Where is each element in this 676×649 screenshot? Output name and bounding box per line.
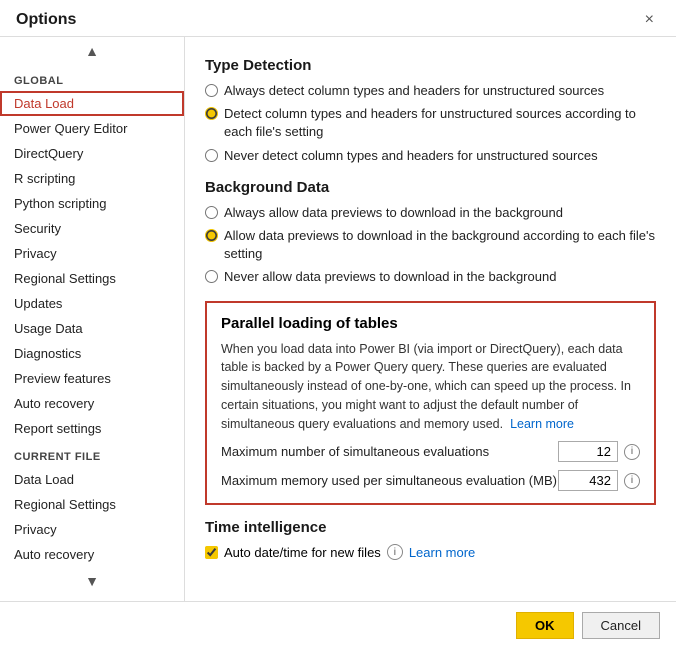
parallel-eval-info-icon: i: [624, 444, 640, 460]
td-label-1: Always detect column types and headers f…: [224, 82, 604, 100]
type-detection-title: Type Detection: [205, 57, 656, 74]
sidebar-item-report-settings[interactable]: Report settings: [0, 416, 184, 441]
global-section-header: GLOBAL: [0, 65, 184, 91]
td-option-3: Never detect column types and headers fo…: [205, 147, 656, 165]
time-intelligence-learn-more-link[interactable]: Learn more: [409, 545, 475, 560]
dialog-header: Options ×: [0, 0, 676, 37]
cancel-button[interactable]: Cancel: [582, 612, 660, 639]
parallel-memory-info-icon: i: [624, 473, 640, 489]
options-dialog: Options × ▲ GLOBAL Data Load Power Query…: [0, 0, 676, 649]
parallel-row-2-input-wrap: i: [558, 470, 640, 491]
parallel-loading-section: Parallel loading of tables When you load…: [205, 301, 656, 506]
parallel-row-2: Maximum memory used per simultaneous eva…: [221, 470, 640, 491]
sidebar-item-usage-data[interactable]: Usage Data: [0, 316, 184, 341]
td-radio-1[interactable]: [205, 84, 218, 97]
bd-radio-2[interactable]: [205, 229, 218, 242]
dialog-title: Options: [16, 11, 76, 29]
td-radio-3[interactable]: [205, 149, 218, 162]
current-file-section-header: CURRENT FILE: [0, 441, 184, 467]
parallel-row-1-label: Maximum number of simultaneous evaluatio…: [221, 444, 558, 459]
bd-label-2: Allow data previews to download in the b…: [224, 227, 656, 263]
close-button[interactable]: ×: [639, 10, 660, 30]
parallel-row-1-input-wrap: i: [558, 441, 640, 462]
parallel-eval-input[interactable]: [558, 441, 618, 462]
scroll-up-btn[interactable]: ▲: [0, 37, 184, 65]
dialog-body: ▲ GLOBAL Data Load Power Query Editor Di…: [0, 37, 676, 601]
sidebar-scroll[interactable]: ▲ GLOBAL Data Load Power Query Editor Di…: [0, 37, 184, 601]
parallel-title: Parallel loading of tables: [221, 315, 640, 332]
background-data-section: Background Data Always allow data previe…: [205, 179, 656, 287]
td-radio-2[interactable]: [205, 107, 218, 120]
parallel-desc: When you load data into Power BI (via im…: [221, 340, 640, 434]
time-intelligence-title: Time intelligence: [205, 519, 656, 536]
sidebar-item-regional-settings[interactable]: Regional Settings: [0, 266, 184, 291]
sidebar-item-auto-recovery[interactable]: Auto recovery: [0, 391, 184, 416]
sidebar-item-privacy[interactable]: Privacy: [0, 241, 184, 266]
bd-option-2: Allow data previews to download in the b…: [205, 227, 656, 263]
time-intelligence-section: Time intelligence Auto date/time for new…: [205, 519, 656, 560]
auto-date-label: Auto date/time for new files: [224, 545, 381, 560]
bd-radio-3[interactable]: [205, 270, 218, 283]
main-scroll-area[interactable]: Type Detection Always detect column type…: [185, 37, 676, 601]
background-data-title: Background Data: [205, 179, 656, 196]
background-data-options: Always allow data previews to download i…: [205, 204, 656, 287]
sidebar-item-r-scripting[interactable]: R scripting: [0, 166, 184, 191]
dialog-footer: OK Cancel: [0, 601, 676, 649]
sidebar-item-diagnostics[interactable]: Diagnostics: [0, 341, 184, 366]
sidebar-item-directquery[interactable]: DirectQuery: [0, 141, 184, 166]
sidebar-item-preview-features[interactable]: Preview features: [0, 366, 184, 391]
time-intelligence-checkbox-row: Auto date/time for new files i Learn mor…: [205, 544, 656, 560]
parallel-row-1: Maximum number of simultaneous evaluatio…: [221, 441, 640, 462]
sidebar-item-security[interactable]: Security: [0, 216, 184, 241]
bd-radio-1[interactable]: [205, 206, 218, 219]
auto-date-info-icon: i: [387, 544, 403, 560]
sidebar-item-cf-privacy[interactable]: Privacy: [0, 517, 184, 542]
parallel-learn-more-link[interactable]: Learn more: [510, 417, 574, 431]
sidebar-item-cf-regional-settings[interactable]: Regional Settings: [0, 492, 184, 517]
sidebar-item-cf-data-load[interactable]: Data Load: [0, 467, 184, 492]
scroll-down-btn[interactable]: ▼: [0, 567, 184, 595]
bd-option-3: Never allow data previews to download in…: [205, 268, 656, 286]
sidebar: ▲ GLOBAL Data Load Power Query Editor Di…: [0, 37, 185, 601]
td-label-3: Never detect column types and headers fo…: [224, 147, 598, 165]
sidebar-item-power-query-editor[interactable]: Power Query Editor: [0, 116, 184, 141]
sidebar-item-data-load[interactable]: Data Load: [0, 91, 184, 116]
bd-label-3: Never allow data previews to download in…: [224, 268, 556, 286]
ok-button[interactable]: OK: [516, 612, 574, 639]
sidebar-item-updates[interactable]: Updates: [0, 291, 184, 316]
bd-option-1: Always allow data previews to download i…: [205, 204, 656, 222]
td-option-1: Always detect column types and headers f…: [205, 82, 656, 100]
sidebar-item-cf-auto-recovery[interactable]: Auto recovery: [0, 542, 184, 567]
parallel-row-2-label: Maximum memory used per simultaneous eva…: [221, 473, 558, 488]
bd-label-1: Always allow data previews to download i…: [224, 204, 563, 222]
td-label-2: Detect column types and headers for unst…: [224, 105, 656, 141]
auto-date-checkbox[interactable]: [205, 546, 218, 559]
type-detection-section: Type Detection Always detect column type…: [205, 57, 656, 165]
sidebar-item-python-scripting[interactable]: Python scripting: [0, 191, 184, 216]
type-detection-options: Always detect column types and headers f…: [205, 82, 656, 165]
main-content: Type Detection Always detect column type…: [185, 37, 676, 601]
td-option-2: Detect column types and headers for unst…: [205, 105, 656, 141]
parallel-memory-input[interactable]: [558, 470, 618, 491]
